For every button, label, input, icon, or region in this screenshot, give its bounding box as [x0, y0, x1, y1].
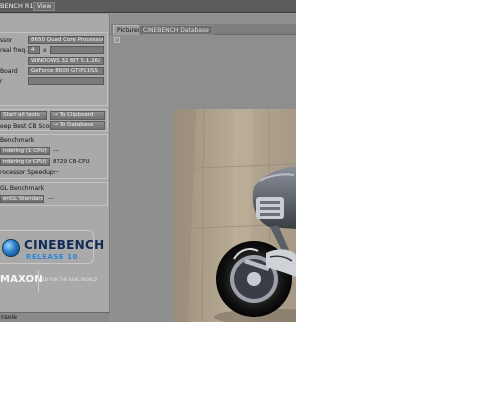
cinebench-window: BENCH R10 View ssor 8650 Quad Core Proce… — [0, 0, 296, 322]
arrow-right-icon: → — [53, 122, 58, 128]
cpu-benchmark-group: Benchmark ndering (1 CPU) --- ndering (x… — [0, 134, 108, 179]
os-field: WINDOWS 32 BIT 5.1.26( — [28, 57, 104, 65]
console-label: nsole — [1, 314, 17, 321]
to-database-button[interactable]: → To Database — [50, 121, 105, 130]
maxon-logo: MAXON — [0, 274, 43, 285]
processor-field: 8650 Quad Core Processor — [28, 36, 104, 44]
cinebench-logo-text: CINEBENCH — [24, 238, 105, 252]
pin-icon[interactable] — [114, 37, 120, 43]
cpu-benchmark-title: Benchmark — [0, 137, 35, 144]
opengl-standard-label: enGL Standard — [3, 196, 44, 202]
processor-speedup-value: --- — [53, 169, 59, 175]
actions-group: Start all tests → To Clipboard eep Best C… — [0, 109, 108, 131]
tab-cinebench-database[interactable]: CINEBENCH Database — [139, 25, 213, 35]
tab-bar: Pictures CINEBENCH Database — [111, 24, 296, 35]
rendering-multi-cpu-value: 8729 CB-CPU — [53, 159, 90, 165]
render-output-image — [174, 109, 296, 322]
start-all-tests-label: Start all tests — [3, 112, 40, 118]
r-label: r — [0, 78, 3, 85]
to-clipboard-button[interactable]: → To Clipboard — [50, 111, 105, 120]
graphics-board-field: GeForce 8600 GT/PCI/SS — [28, 67, 104, 75]
console-bar[interactable]: nsole — [0, 312, 110, 322]
maxon-tagline: 3D FOR THE REAL WORLD — [42, 277, 97, 282]
title-bar: BENCH R10 View — [0, 0, 296, 13]
opengl-standard-value: --- — [48, 196, 54, 202]
board-label: Board — [0, 68, 18, 75]
processor-label: ssor — [0, 37, 13, 44]
cores-separator: x — [43, 47, 47, 54]
picture-panel: Pictures CINEBENCH Database — [111, 14, 296, 322]
rendering-multi-cpu-button[interactable]: ndering (x CPU) — [0, 158, 50, 166]
system-info-group: ssor 8650 Quad Core Processor real freq.… — [0, 32, 108, 106]
extra-field — [28, 77, 104, 85]
cores-field: 4 — [28, 46, 40, 54]
to-clipboard-label: To Clipboard — [59, 112, 94, 118]
menu-view[interactable]: View — [33, 2, 56, 11]
cores-label: real freq.) — [0, 47, 30, 54]
rendering-single-cpu-button[interactable]: ndering (1 CPU) — [0, 147, 50, 155]
arrow-right-icon: → — [53, 112, 58, 118]
opengl-benchmark-title: GL Benchmark — [0, 185, 45, 192]
keep-best-score-checkbox[interactable]: eep Best CB Score — [0, 123, 55, 130]
opengl-standard-button[interactable]: enGL Standard — [0, 195, 44, 203]
cinebench-logo-area: CINEBENCH RELEASE 10 MAXON 3D FOR THE RE… — [0, 222, 108, 310]
frequency-field — [50, 46, 104, 54]
rendering-single-cpu-label: ndering (1 CPU) — [3, 148, 47, 154]
release-label: RELEASE 10 — [26, 253, 78, 261]
to-database-label: To Database — [59, 122, 94, 128]
cinebench-sphere-icon — [2, 239, 20, 257]
processor-speedup-label: rocessor Speedup: — [0, 169, 56, 176]
start-all-tests-button[interactable]: Start all tests — [0, 111, 47, 120]
rendering-single-cpu-value: --- — [53, 148, 59, 154]
rendering-multi-cpu-label: ndering (x CPU) — [3, 159, 47, 165]
opengl-benchmark-group: GL Benchmark enGL Standard --- — [0, 182, 108, 206]
logo-divider — [38, 270, 39, 292]
motorcycle-render — [174, 109, 296, 322]
left-panel: ssor 8650 Quad Core Processor real freq.… — [0, 14, 110, 322]
